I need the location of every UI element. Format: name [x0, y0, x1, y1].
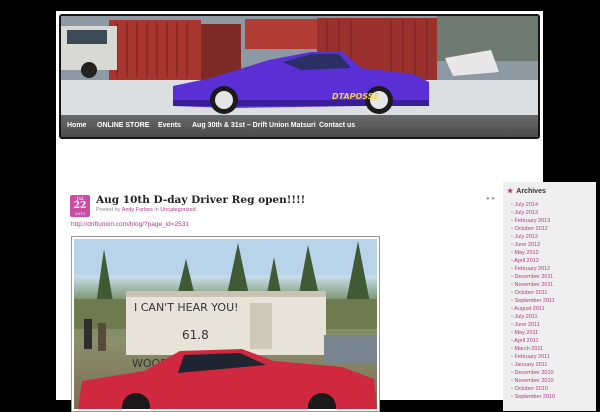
- archive-item[interactable]: July 2014: [511, 201, 555, 209]
- archive-item[interactable]: July 2012: [511, 233, 555, 241]
- archive-item[interactable]: April 2012: [511, 257, 555, 265]
- edit-icon[interactable]: ●: [491, 196, 495, 202]
- post-date-badge: Jul 22 2013: [70, 195, 90, 217]
- archive-item[interactable]: June 2011: [511, 321, 555, 329]
- page-container: Home ONLINE STORE Events Aug 30th & 31st…: [56, 11, 596, 412]
- archive-item[interactable]: February 2012: [511, 265, 555, 273]
- author-link[interactable]: Andy Forbes: [122, 207, 153, 213]
- graffiti-text: I CAN'T HEAR YOU!: [134, 301, 239, 314]
- graffiti-number: 61.8: [182, 328, 209, 342]
- car-plate-text: DTAPOSSE: [332, 92, 380, 101]
- post-photo: I CAN'T HEAR YOU! 61.8 WOOD: [74, 239, 377, 409]
- archive-item[interactable]: March 2011: [511, 345, 555, 353]
- comment-icon[interactable]: ●: [486, 196, 490, 202]
- date-day: 22: [73, 201, 87, 211]
- post-image[interactable]: I CAN'T HEAR YOU! 61.8 WOOD: [71, 236, 380, 412]
- archive-item[interactable]: November 2010: [511, 377, 555, 385]
- archive-item[interactable]: January 2011: [511, 361, 555, 369]
- meta-in: in: [154, 207, 159, 213]
- sidebar: ★Archives July 2014 July 2013 February 2…: [503, 182, 596, 411]
- archive-item[interactable]: February 2011: [511, 353, 555, 361]
- nav-events[interactable]: Events: [158, 115, 181, 137]
- archive-item[interactable]: October 2010: [511, 385, 555, 393]
- archive-item[interactable]: October 2011: [511, 289, 555, 297]
- nav-drift-union-matsuri[interactable]: Aug 30th & 31st – Drift Union Matsuri: [192, 115, 316, 137]
- date-year: 2013: [74, 211, 86, 216]
- archive-item[interactable]: May 2011: [511, 329, 555, 337]
- post-title[interactable]: Aug 10th D-day Driver Reg open!!!!: [96, 194, 305, 206]
- header-banner-image[interactable]: [61, 16, 538, 115]
- site-header: Home ONLINE STORE Events Aug 30th & 31st…: [59, 14, 540, 139]
- archive-item[interactable]: December 2010: [511, 369, 555, 377]
- post-meta: Posted by Andy Forbes in Uncategorized: [96, 207, 196, 213]
- archives-widget-title: ★ Archives: [507, 188, 546, 195]
- post-url-link[interactable]: http://driftunion.com/blog/?page_id=2531: [71, 221, 189, 228]
- nav-online-store[interactable]: ONLINE STORE: [97, 115, 149, 137]
- archive-item[interactable]: February 2013: [511, 217, 555, 225]
- nav-contact-us[interactable]: Contact us: [319, 115, 355, 137]
- archive-item[interactable]: May 2012: [511, 249, 555, 257]
- photo-scene: I CAN'T HEAR YOU! 61.8 WOOD: [74, 239, 377, 409]
- nav-home[interactable]: Home: [67, 115, 86, 137]
- archive-item[interactable]: August 2011: [511, 305, 555, 313]
- archive-item[interactable]: June 2012: [511, 241, 555, 249]
- archive-item[interactable]: September 2011: [511, 297, 555, 305]
- category-link[interactable]: Uncategorized: [160, 207, 195, 213]
- archive-item[interactable]: December 2011: [511, 273, 555, 281]
- banner-photo: [61, 16, 538, 115]
- meta-prefix: Posted by: [96, 207, 121, 213]
- archive-item[interactable]: November 2011: [511, 281, 555, 289]
- archive-item[interactable]: July 2013: [511, 209, 555, 217]
- star-icon: ★: [507, 188, 514, 195]
- archives-list: July 2014 July 2013 February 2013 Octobe…: [511, 201, 555, 401]
- archive-item[interactable]: October 2012: [511, 225, 555, 233]
- archive-item[interactable]: July 2011: [511, 313, 555, 321]
- main-navigation: Home ONLINE STORE Events Aug 30th & 31st…: [61, 115, 538, 137]
- archive-item[interactable]: April 2011: [511, 337, 555, 345]
- post-tools: ● ●: [486, 196, 495, 202]
